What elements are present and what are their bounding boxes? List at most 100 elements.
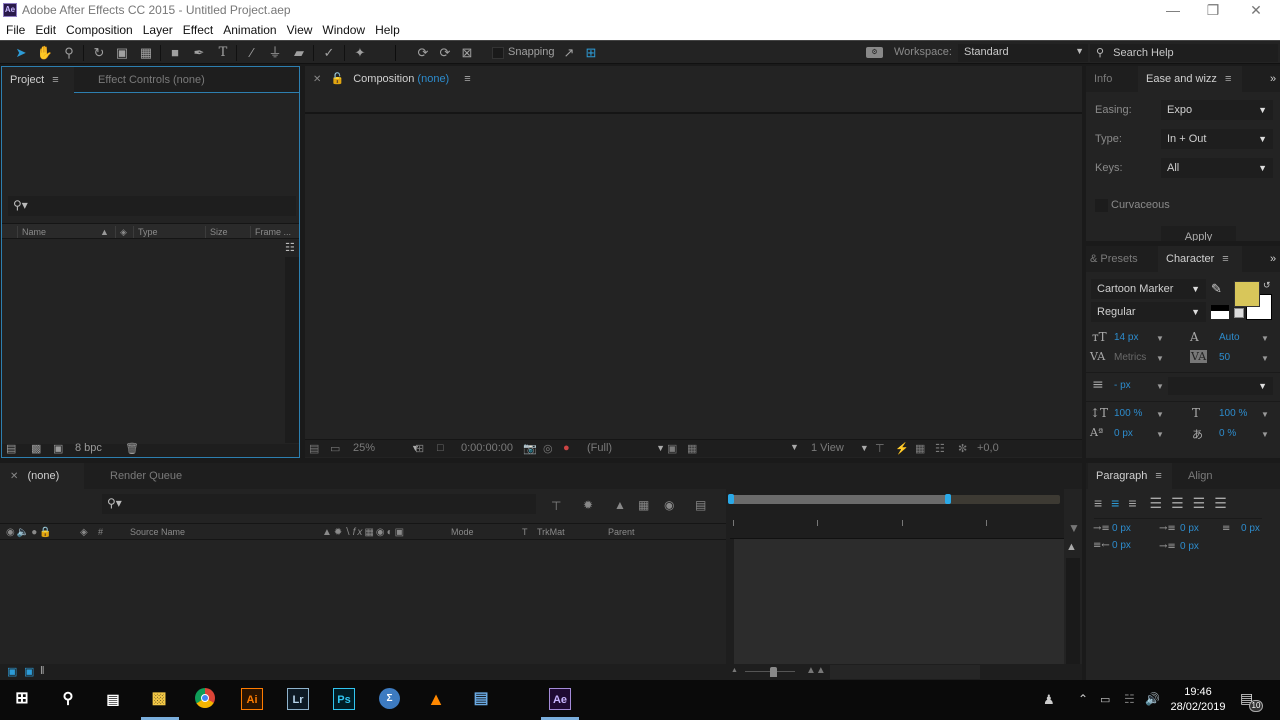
- view-layout-select[interactable]: 1 View ▼: [811, 442, 869, 454]
- rectangle-tool-icon[interactable]: ■: [166, 44, 184, 62]
- snapshot-icon[interactable]: 📷: [523, 442, 537, 455]
- indent-right-value[interactable]: 0 px: [1112, 540, 1131, 551]
- zoom-in-icon[interactable]: ▲▲: [806, 665, 826, 676]
- chevron-down-icon[interactable]: ▼: [1156, 410, 1164, 419]
- chevron-down-icon[interactable]: ▼: [1156, 382, 1164, 391]
- sigma-app-icon[interactable]: Σ: [379, 688, 401, 710]
- label-tag-icon[interactable]: ◈: [80, 527, 88, 538]
- resolution-select[interactable]: (Full) ▼: [587, 442, 665, 454]
- reset-exposure-icon[interactable]: ✼: [958, 442, 967, 455]
- tab-info[interactable]: Info: [1086, 66, 1120, 92]
- tab-project[interactable]: Project ≡: [2, 67, 74, 93]
- align-left-icon[interactable]: ≡: [1094, 495, 1111, 511]
- more-panels-icon[interactable]: »: [1262, 246, 1280, 272]
- wifi-icon[interactable]: ☵: [1124, 692, 1135, 706]
- monitor-icon[interactable]: ▭: [330, 442, 340, 455]
- column-trkmat[interactable]: TrkMat: [537, 527, 565, 537]
- chevron-down-icon[interactable]: ▼: [1261, 430, 1269, 439]
- workspace-select[interactable]: Standard ▼: [958, 44, 1088, 62]
- menu-help[interactable]: Help: [370, 21, 405, 40]
- restore-button[interactable]: ❐: [1190, 0, 1236, 21]
- menu-edit[interactable]: Edit: [30, 21, 61, 40]
- work-area-end-handle[interactable]: [944, 494, 951, 504]
- chrome-icon[interactable]: [195, 688, 217, 710]
- indent-left-value[interactable]: 0 px: [1112, 523, 1131, 534]
- clock[interactable]: 19:46 28/02/2019: [1170, 685, 1226, 715]
- grid-guide-icon[interactable]: ⊞: [415, 442, 424, 455]
- draft-3d-icon[interactable]: ✹: [583, 498, 593, 512]
- after-effects-icon[interactable]: Ae: [549, 688, 571, 710]
- align-center-icon[interactable]: ≡: [1111, 495, 1128, 511]
- zoom-out-icon[interactable]: ▲: [731, 667, 738, 674]
- justify-all-icon[interactable]: ☰: [1214, 495, 1236, 511]
- project-search-input[interactable]: ⚲▾: [8, 196, 296, 216]
- column-name[interactable]: Name ▲: [17, 226, 117, 238]
- work-area-bar[interactable]: [728, 494, 1060, 504]
- pen-tool-icon[interactable]: ✒: [190, 44, 208, 62]
- project-scrollbar[interactable]: [285, 257, 299, 443]
- kerning-value[interactable]: Metrics: [1114, 352, 1146, 363]
- panel-menu-icon[interactable]: ≡: [52, 74, 58, 86]
- curvaceous-checkbox[interactable]: [1095, 199, 1108, 212]
- tsume-value[interactable]: 0 %: [1219, 428, 1236, 439]
- world-axis-icon[interactable]: ⟳: [436, 44, 454, 62]
- hand-tool-icon[interactable]: ✋: [36, 44, 54, 62]
- illustrator-icon[interactable]: Ai: [241, 688, 263, 710]
- battery-icon[interactable]: ▭: [1100, 693, 1110, 706]
- flowchart-icon[interactable]: ☷: [285, 241, 295, 254]
- font-family-select[interactable]: Cartoon Marker ▼: [1091, 279, 1206, 299]
- tracking-value[interactable]: 50: [1219, 352, 1230, 363]
- timeline-hscroll[interactable]: [830, 665, 980, 679]
- tab-effects-presets[interactable]: & Presets: [1082, 246, 1146, 272]
- new-folder-icon[interactable]: ▩: [31, 442, 41, 455]
- vlc-icon[interactable]: ▲: [425, 688, 447, 710]
- exposure-value[interactable]: +0,0: [977, 442, 999, 454]
- fill-color-swatch-top[interactable]: [1234, 281, 1260, 307]
- tab-timeline-none[interactable]: ✕ (none) ≡: [0, 463, 84, 509]
- magnification-select[interactable]: 25% ▼: [353, 442, 420, 454]
- column-type[interactable]: Type: [133, 226, 205, 238]
- close-button[interactable]: ✕: [1233, 0, 1279, 21]
- align-right-icon[interactable]: ≡: [1128, 495, 1145, 511]
- column-frame-rate[interactable]: Frame ...: [250, 226, 296, 238]
- layer-switches-toggle-icon[interactable]: ▣: [7, 665, 17, 678]
- close-icon[interactable]: ✕: [313, 74, 321, 85]
- snapping-checkbox[interactable]: [492, 47, 504, 59]
- project-bpc[interactable]: 8 bpc: [75, 442, 102, 454]
- timeline-icon[interactable]: ▦: [915, 442, 925, 455]
- zoom-slider-thumb[interactable]: [770, 667, 777, 677]
- clone-stamp-tool-icon[interactable]: ⏚: [266, 44, 284, 62]
- chevron-down-icon[interactable]: ▼: [1156, 430, 1164, 439]
- leading-value[interactable]: Auto: [1219, 332, 1240, 343]
- font-size-value[interactable]: 14 px: [1114, 332, 1138, 343]
- timeline-scrollbar[interactable]: [1066, 558, 1080, 664]
- selection-tool-icon[interactable]: ➤: [12, 44, 30, 62]
- camera-tool-icon[interactable]: ▣: [113, 44, 131, 62]
- close-icon[interactable]: ✕: [10, 471, 18, 482]
- region-of-interest-icon[interactable]: ▣: [667, 442, 677, 455]
- horizontal-scale-value[interactable]: 100 %: [1219, 408, 1247, 419]
- snap-features-icon[interactable]: ⊞: [582, 44, 600, 62]
- chevron-down-icon[interactable]: ▼: [790, 442, 799, 452]
- menu-file[interactable]: File: [0, 21, 30, 40]
- always-preview-icon[interactable]: ▤: [309, 442, 319, 455]
- people-icon[interactable]: ♟: [1043, 692, 1055, 708]
- fast-previews-icon[interactable]: ⚡: [895, 442, 909, 455]
- chevron-down-icon[interactable]: ▼: [1261, 354, 1269, 363]
- work-area-start-handle[interactable]: [728, 494, 734, 504]
- column-size[interactable]: Size: [205, 226, 249, 238]
- lightroom-icon[interactable]: Lr: [287, 688, 309, 710]
- chevron-down-icon[interactable]: ▼: [1156, 354, 1164, 363]
- current-time[interactable]: 0:00:00:00: [461, 442, 513, 454]
- justify-last-center-icon[interactable]: ☰: [1171, 495, 1193, 511]
- brush-tool-icon[interactable]: ∕: [243, 44, 261, 62]
- pan-behind-tool-icon[interactable]: ▦: [137, 44, 155, 62]
- show-snapshot-icon[interactable]: ◎: [543, 442, 553, 455]
- menu-layer[interactable]: Layer: [138, 21, 178, 40]
- chevron-down-icon[interactable]: ▼: [1261, 410, 1269, 419]
- easing-select[interactable]: Expo ▼: [1161, 100, 1273, 120]
- column-number[interactable]: #: [98, 527, 103, 537]
- frame-blending-icon[interactable]: ▦: [638, 498, 649, 512]
- trash-icon[interactable]: 🗑: [125, 442, 139, 455]
- stroke-width-value[interactable]: - px: [1114, 380, 1131, 391]
